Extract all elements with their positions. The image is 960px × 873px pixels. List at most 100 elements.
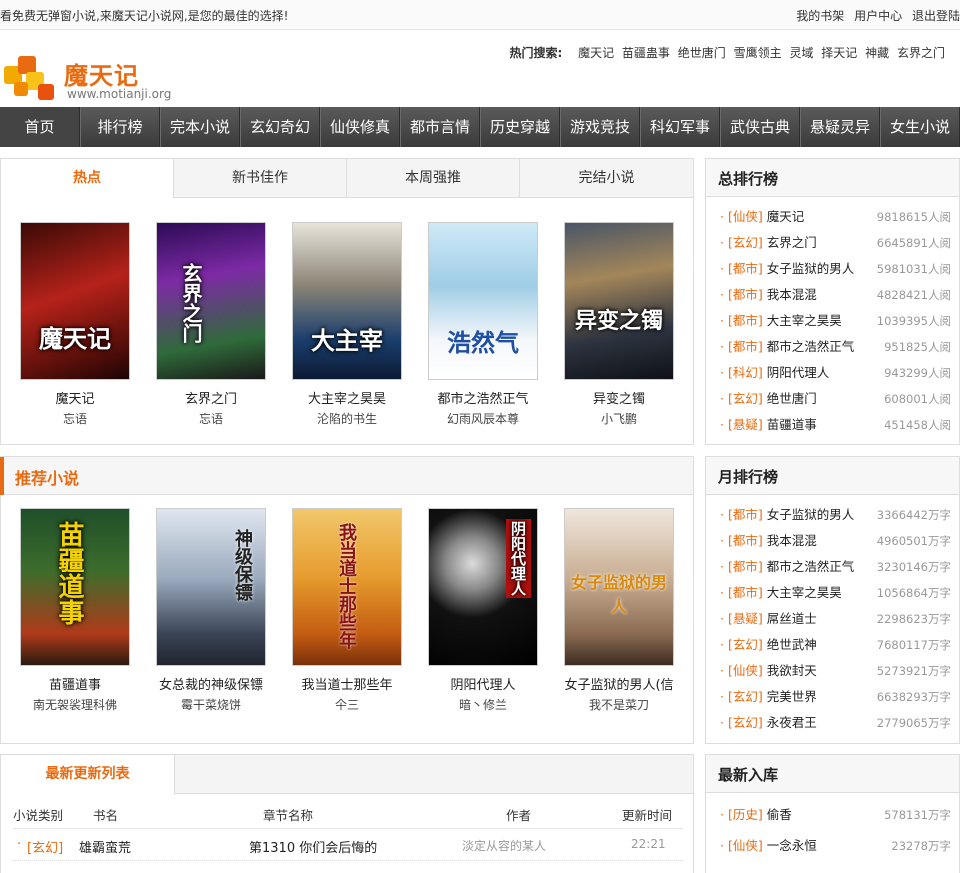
item-name[interactable]: 都市之浩然正气 (767, 559, 855, 574)
book-cover[interactable]: 大主宰 (292, 222, 402, 380)
row-category[interactable]: [玄幻] (27, 837, 63, 856)
book-title[interactable]: 魔天记 (15, 388, 135, 407)
nav-games[interactable]: 游戏竞技 (560, 107, 640, 147)
list-item[interactable]: · [都市] 女子监狱的男人 5981031人阅 (720, 256, 951, 282)
book-title[interactable]: 都市之浩然正气 (423, 388, 543, 407)
hot-search-item[interactable]: 灵域 (789, 46, 813, 60)
list-item[interactable]: · [仙侠] 一念永恒 23278万字 (720, 833, 951, 859)
list-item[interactable]: · [悬疑] 苗疆道事 451458人阅 (720, 412, 951, 438)
item-name[interactable]: 绝世唐门 (767, 391, 817, 406)
list-item[interactable]: · [都市] 我本混混 4828421人阅 (720, 282, 951, 308)
item-category[interactable]: [仙侠] (728, 209, 763, 224)
item-category[interactable]: [悬疑] (728, 417, 763, 432)
nav-mystery[interactable]: 悬疑灵异 (800, 107, 880, 147)
book-card[interactable]: 异变之镯 异变之镯 小飞鹏 (559, 222, 679, 427)
hot-search-item[interactable]: 雪鹰领主 (734, 46, 782, 60)
item-name[interactable]: 完美世界 (767, 689, 817, 704)
item-category[interactable]: [历史] (728, 807, 763, 822)
user-center-link[interactable]: 用户中心 (854, 9, 902, 23)
book-cover[interactable]: 浩然气 (428, 222, 538, 380)
nav-history[interactable]: 历史穿越 (480, 107, 560, 147)
list-item[interactable]: · [科幻] 阴阳代理人 943299人阅 (720, 360, 951, 386)
book-author[interactable]: 小飞鹏 (559, 410, 679, 427)
my-bookshelf-link[interactable]: 我的书架 (796, 9, 844, 23)
list-item[interactable]: · [玄幻] 完美世界 6638293万字 (720, 684, 951, 710)
list-item[interactable]: · [仙侠] 魔天记 9818615人阅 (720, 204, 951, 230)
book-author[interactable]: 幻雨风辰本尊 (423, 410, 543, 427)
book-author[interactable]: 忘语 (151, 410, 271, 427)
book-author[interactable]: 暗丶修兰 (423, 696, 543, 713)
item-name[interactable]: 偷香 (767, 807, 792, 822)
book-card[interactable]: 神级保镖 女总裁的神级保镖 霉干菜烧饼 (151, 508, 271, 713)
book-title[interactable]: 女子监狱的男人(信 (559, 674, 679, 693)
nav-completed[interactable]: 完本小说 (160, 107, 240, 147)
item-category[interactable]: [仙侠] (728, 663, 763, 678)
tab-weekly-picks[interactable]: 本周强推 (347, 159, 520, 198)
item-category[interactable]: [玄幻] (728, 715, 763, 730)
list-item[interactable]: · [都市] 我本混混 4960501万字 (720, 528, 951, 554)
item-name[interactable]: 一念永恒 (767, 838, 817, 853)
item-category[interactable]: [都市] (728, 559, 763, 574)
item-category[interactable]: [悬疑] (728, 611, 763, 626)
book-card[interactable]: 苗疆道事 苗疆道事 南无袈裟理科佛 (15, 508, 135, 713)
list-item[interactable]: · [玄幻] 绝世武神 7680117万字 (720, 632, 951, 658)
book-author[interactable]: 忘语 (15, 410, 135, 427)
book-cover[interactable]: 异变之镯 (564, 222, 674, 380)
item-category[interactable]: [都市] (728, 533, 763, 548)
list-item[interactable]: · [玄幻] 永夜君王 2779065万字 (720, 710, 951, 736)
book-card[interactable]: 玄界之门 玄界之门 忘语 (151, 222, 271, 427)
book-title[interactable]: 异变之镯 (559, 388, 679, 407)
item-category[interactable]: [都市] (728, 313, 763, 328)
item-name[interactable]: 我欲封天 (767, 663, 817, 678)
list-item[interactable]: · [都市] 大主宰之昊昊 1039395人阅 (720, 308, 951, 334)
nav-female[interactable]: 女生小说 (880, 107, 960, 147)
book-cover[interactable]: 魔天记 (20, 222, 130, 380)
book-card[interactable]: 大主宰 大主宰之昊昊 沦陷的书生 (287, 222, 407, 427)
item-name[interactable]: 大主宰之昊昊 (767, 585, 842, 600)
book-card[interactable]: 女子监狱的男人 女子监狱的男人(信 我不是菜刀 (559, 508, 679, 713)
list-item[interactable]: · [玄幻] 绝世唐门 608001人阅 (720, 386, 951, 412)
item-name[interactable]: 女子监狱的男人 (767, 261, 855, 276)
hot-search-item[interactable]: 魔天记 (578, 46, 614, 60)
book-author[interactable]: 沦陷的书生 (287, 410, 407, 427)
list-item[interactable]: · [悬疑] 屌丝道士 2298623万字 (720, 606, 951, 632)
item-name[interactable]: 魔天记 (767, 209, 805, 224)
item-category[interactable]: [都市] (728, 507, 763, 522)
book-author[interactable]: 霉干菜烧饼 (151, 696, 271, 713)
item-category[interactable]: [玄幻] (728, 391, 763, 406)
nav-scifi[interactable]: 科幻军事 (640, 107, 720, 147)
nav-urban[interactable]: 都市言情 (400, 107, 480, 147)
item-name[interactable]: 永夜君王 (767, 715, 817, 730)
list-item[interactable]: · [仙侠] 我欲封天 5273921万字 (720, 658, 951, 684)
list-item[interactable]: · [都市] 都市之浩然正气 3230146万字 (720, 554, 951, 580)
logout-link[interactable]: 退出登陆 (912, 9, 960, 23)
item-category[interactable]: [都市] (728, 339, 763, 354)
book-cover[interactable]: 女子监狱的男人 (564, 508, 674, 666)
item-category[interactable]: [仙侠] (728, 838, 763, 853)
book-author[interactable]: 南无袈裟理科佛 (15, 696, 135, 713)
book-author[interactable]: 仐三 (287, 696, 407, 713)
hot-search-item[interactable]: 玄界之门 (897, 46, 945, 60)
item-category[interactable]: [都市] (728, 585, 763, 600)
list-item[interactable]: · [都市] 女子监狱的男人 3366442万字 (720, 502, 951, 528)
row-book-name[interactable]: 雄霸蛮荒 (79, 837, 131, 856)
tab-new-books[interactable]: 新书佳作 (174, 159, 347, 198)
item-category[interactable]: [都市] (728, 287, 763, 302)
book-title[interactable]: 苗疆道事 (15, 674, 135, 693)
item-name[interactable]: 阴阳代理人 (767, 365, 830, 380)
book-title[interactable]: 玄界之门 (151, 388, 271, 407)
hot-search-item[interactable]: 神藏 (865, 46, 889, 60)
book-title[interactable]: 我当道士那些年 (287, 674, 407, 693)
book-author[interactable]: 我不是菜刀 (559, 696, 679, 713)
list-item[interactable]: · [历史] 偷香 578131万字 (720, 802, 951, 833)
item-name[interactable]: 都市之浩然正气 (767, 339, 855, 354)
item-name[interactable]: 大主宰之昊昊 (767, 313, 842, 328)
item-category[interactable]: [科幻] (728, 365, 763, 380)
nav-ranking[interactable]: 排行榜 (80, 107, 160, 147)
item-name[interactable]: 我本混混 (767, 287, 817, 302)
item-category[interactable]: [玄幻] (728, 637, 763, 652)
book-title[interactable]: 阴阳代理人 (423, 674, 543, 693)
nav-home[interactable]: 首页 (0, 107, 80, 147)
site-logo[interactable]: 魔天记 www.motianji.org (4, 52, 179, 104)
list-item[interactable]: · [都市] 大主宰之昊昊 1056864万字 (720, 580, 951, 606)
